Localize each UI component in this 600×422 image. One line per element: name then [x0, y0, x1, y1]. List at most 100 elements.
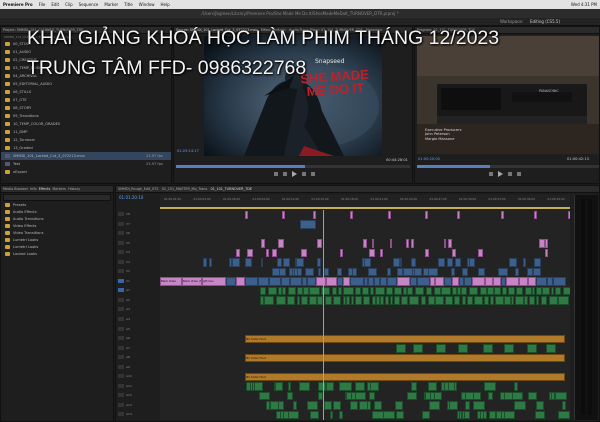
video-clip[interactable]	[443, 277, 452, 286]
track-header-v6[interactable]: V6	[118, 229, 158, 239]
audio-clip[interactable]	[511, 296, 515, 305]
video-clip[interactable]	[434, 277, 444, 286]
video-clip[interactable]	[450, 267, 455, 277]
video-clip[interactable]	[261, 239, 265, 248]
audio-clip[interactable]	[337, 286, 343, 296]
audio-clip[interactable]	[371, 296, 376, 305]
audio-clip[interactable]	[440, 382, 445, 391]
audio-clip[interactable]	[435, 296, 445, 305]
track-header-a4[interactable]: A4	[118, 315, 158, 325]
app-menu[interactable]: Premiere Pro	[3, 0, 33, 9]
audio-clip[interactable]	[331, 286, 337, 296]
track-header-v4[interactable]: V4	[118, 248, 158, 258]
video-clip[interactable]	[535, 277, 547, 286]
audio-clip[interactable]	[504, 296, 511, 305]
video-clip[interactable]: Black Video (50)	[182, 277, 202, 286]
work-area-bar[interactable]	[160, 207, 570, 209]
mark-in-icon[interactable]	[273, 172, 278, 176]
video-clip[interactable]	[405, 239, 410, 248]
audio-clip[interactable]	[409, 296, 420, 305]
audio-clip[interactable]	[435, 344, 446, 353]
track-header-a1[interactable]: A1	[118, 286, 158, 296]
video-clip[interactable]	[350, 277, 364, 286]
audio-clip[interactable]	[249, 382, 253, 391]
audio-clip[interactable]	[395, 401, 403, 410]
audio-clip[interactable]	[297, 286, 303, 296]
video-clip[interactable]	[553, 277, 567, 286]
audio-clip[interactable]	[501, 286, 507, 296]
audio-clip[interactable]	[258, 391, 270, 401]
insert-icon[interactable]	[310, 172, 315, 176]
track-target-toggle[interactable]	[118, 259, 124, 264]
audio-clip[interactable]	[479, 286, 487, 296]
video-clip[interactable]	[414, 267, 423, 277]
video-clip[interactable]	[260, 258, 263, 267]
video-clip[interactable]	[380, 248, 383, 258]
video-clip[interactable]	[281, 210, 285, 220]
video-clip[interactable]	[315, 277, 327, 286]
menu-help[interactable]: Help	[161, 0, 170, 9]
video-clip[interactable]	[451, 277, 459, 286]
audio-clip[interactable]: MX Under Hunt	[245, 353, 565, 363]
audio-clip[interactable]	[310, 410, 320, 420]
audio-clip[interactable]	[375, 286, 385, 296]
mark-out-icon[interactable]	[282, 172, 287, 176]
video-clip[interactable]	[289, 277, 303, 286]
bin-row[interactable]: xExport	[1, 168, 171, 176]
video-clip[interactable]	[500, 210, 504, 220]
bin-row[interactable]: 12_Turnover	[1, 136, 171, 144]
video-clip[interactable]	[533, 258, 541, 267]
audio-clip[interactable]	[536, 296, 540, 305]
video-clip[interactable]	[364, 258, 372, 267]
video-clip[interactable]	[316, 258, 321, 267]
track-header-v1[interactable]: V1	[118, 277, 158, 287]
audio-clip[interactable]	[558, 296, 569, 305]
track-target-toggle[interactable]	[118, 231, 124, 236]
video-clip[interactable]	[313, 210, 317, 220]
audio-clip[interactable]	[440, 286, 451, 296]
audio-clip[interactable]	[462, 296, 466, 305]
audio-clip[interactable]	[515, 286, 524, 296]
audio-clip[interactable]	[355, 286, 362, 296]
audio-clip[interactable]	[541, 296, 548, 305]
audio-clip[interactable]	[531, 286, 535, 296]
video-clip[interactable]	[514, 267, 519, 277]
menu-sequence[interactable]: Sequence	[79, 0, 99, 9]
video-clip[interactable]	[456, 210, 460, 220]
track-header-a2[interactable]: A2	[118, 296, 158, 306]
video-clip[interactable]	[272, 248, 278, 258]
video-clip[interactable]	[393, 258, 401, 267]
audio-clip[interactable]	[524, 296, 528, 305]
audio-clip[interactable]	[427, 296, 435, 305]
audio-clip[interactable]	[350, 296, 355, 305]
bin-row[interactable]: 11_DMP	[1, 128, 171, 136]
video-clip[interactable]	[472, 277, 486, 286]
audio-clip[interactable]	[554, 286, 562, 296]
effects-category[interactable]: Lumetri Looks	[1, 244, 113, 251]
video-clip[interactable]	[526, 267, 533, 277]
video-clip[interactable]	[347, 267, 354, 277]
video-clip[interactable]	[463, 277, 473, 286]
video-clip[interactable]	[300, 220, 316, 229]
effects-category[interactable]: Audio Effects	[1, 209, 113, 216]
video-clip[interactable]	[280, 277, 290, 286]
video-clip[interactable]	[454, 258, 461, 267]
video-clip[interactable]	[324, 267, 330, 277]
audio-clip[interactable]	[385, 296, 389, 305]
audio-clip[interactable]	[488, 391, 494, 401]
step-forward-icon[interactable]	[301, 172, 306, 176]
audio-clip[interactable]	[287, 296, 295, 305]
track-target-toggle[interactable]	[118, 412, 124, 417]
audio-clip[interactable]	[346, 296, 351, 305]
effects-category[interactable]: Presets	[1, 202, 113, 209]
video-clip[interactable]	[266, 248, 270, 258]
audio-clip[interactable]	[332, 296, 342, 305]
video-clip[interactable]	[416, 277, 430, 286]
bin-row[interactable]: 13_Graded	[1, 144, 171, 152]
video-clip[interactable]	[425, 210, 429, 220]
video-clip[interactable]	[232, 258, 241, 267]
video-clip[interactable]	[428, 267, 438, 277]
audio-clip[interactable]	[464, 391, 474, 401]
menu-title[interactable]: Title	[124, 0, 133, 9]
audio-clip[interactable]	[276, 296, 286, 305]
